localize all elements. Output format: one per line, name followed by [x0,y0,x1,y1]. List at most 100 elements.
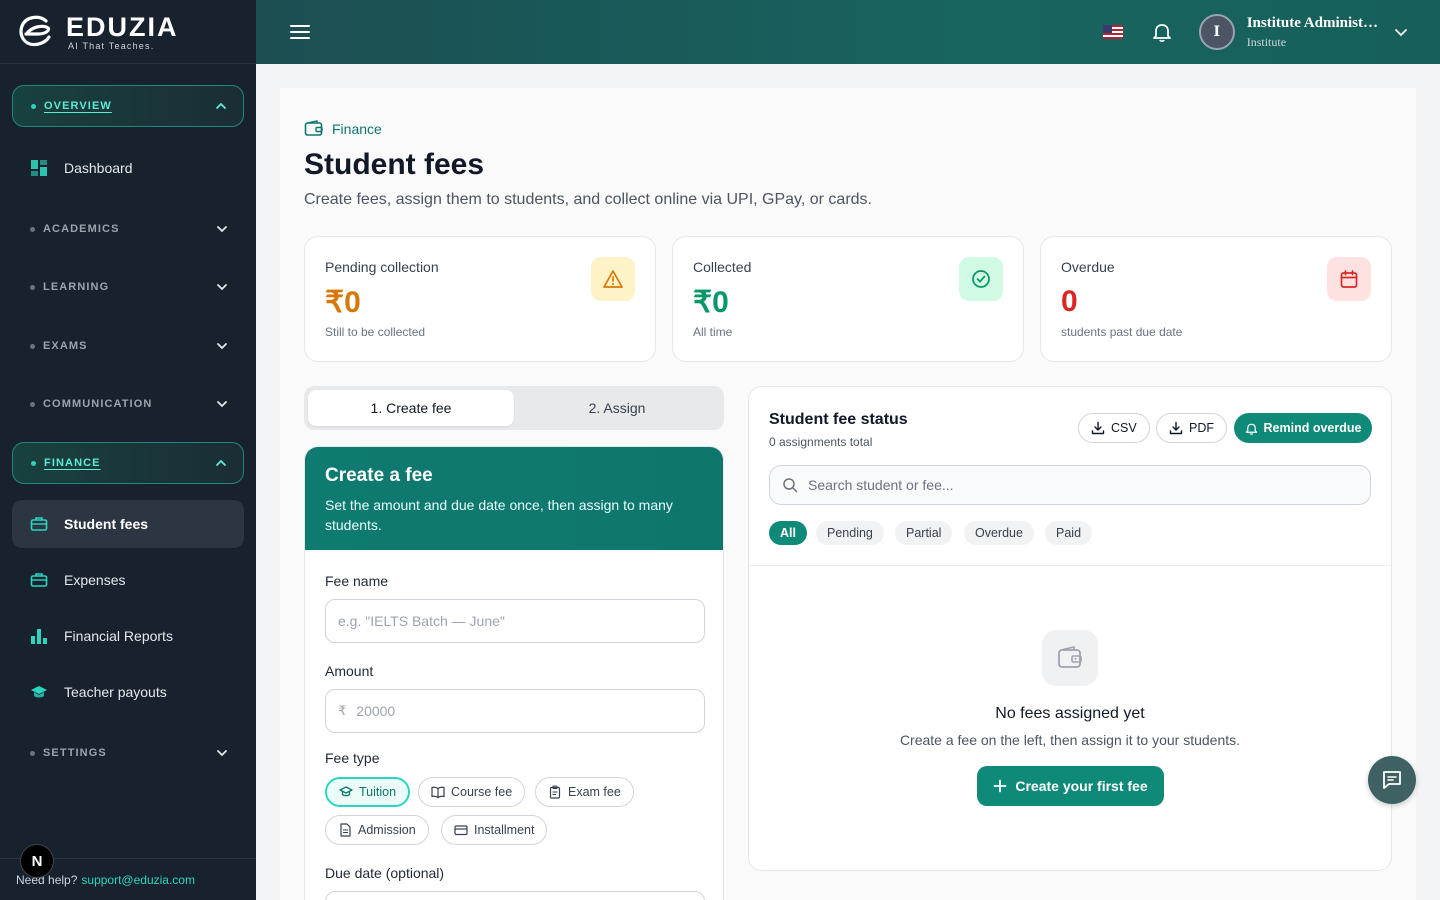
due-date-input[interactable] [325,891,705,900]
section-label: LEARNING [43,281,110,293]
dev-badge[interactable]: N [20,844,54,878]
filter-pending[interactable]: Pending [816,521,884,545]
avatar[interactable]: I [1198,14,1235,50]
graduation-cap-icon [30,683,48,701]
sidebar-item-label: Expenses [64,572,126,588]
sidebar-section-overview[interactable]: OVERVIEW [12,85,244,127]
topbar: I Institute Administ… Institute [256,0,1440,64]
chevron-up-icon [216,459,226,466]
filter-paid[interactable]: Paid [1045,521,1093,545]
chevron-up-icon [216,102,226,109]
fee-type-admission[interactable]: Admission [325,815,429,845]
search-placeholder: Search student or fee... [808,477,954,493]
menu-button[interactable] [288,20,312,44]
fee-type-exam-fee[interactable]: Exam fee [535,777,634,807]
sidebar-section-finance[interactable]: FINANCE [12,442,244,484]
dashboard-icon [30,159,48,177]
stat-label: Pending collection [325,259,439,275]
filter-overdue[interactable]: Overdue [964,521,1034,545]
section-label: SETTINGS [43,747,107,759]
chevron-down-icon [217,284,227,291]
sidebar-item-label: Student fees [64,516,149,532]
user-name: Institute Administ… [1246,14,1378,31]
status-subtitle: 0 assignments total [769,435,873,449]
empty-state-title: No fees assigned yet [995,705,1145,722]
sidebar-item-student-fees[interactable]: Student fees [12,500,244,548]
amount-placeholder: 20000 [356,703,396,719]
check-circle-icon [959,257,1003,301]
empty-state-subtitle: Create a fee on the left, then assign it… [899,732,1241,748]
hamburger-icon [290,25,310,39]
button-label: Create your first fee [1015,778,1148,794]
fee-name-input[interactable]: e.g. "IELTS Batch — June" [325,599,705,643]
brand[interactable]: EDUZIA AI That Teaches. [0,0,256,64]
sidebar-item-expenses[interactable]: Expenses [12,556,244,604]
fee-name-placeholder: e.g. "IELTS Batch — June" [338,613,505,629]
sidebar-section-communication[interactable]: COMMUNICATION [12,383,244,425]
fee-type-installment[interactable]: Installment [441,815,548,845]
search-icon [783,478,798,493]
support-email-link[interactable]: support@eduzia.com [81,873,195,887]
chat-button[interactable] [1368,756,1416,804]
stat-card-collected: Collected ₹0 All time [672,236,1024,362]
credit-card-icon [454,825,468,836]
stat-card-overdue: Overdue 0 students past due date [1040,236,1392,362]
wallet-icon [304,120,323,136]
stat-note: Still to be collected [325,325,426,339]
chip-label: Installment [474,823,535,837]
sidebar-item-label: Teacher payouts [64,684,167,700]
bell-icon[interactable] [1151,21,1173,43]
user-role: Institute [1246,34,1287,49]
section-label: EXAMS [43,340,88,352]
fee-type-tuition[interactable]: Tuition [325,777,411,807]
section-label: COMMUNICATION [43,398,153,410]
user-menu[interactable]: Institute Administ… Institute [1247,15,1378,50]
create-fee-header: Create a fee Set the amount and due date… [305,447,723,550]
stat-note: All time [693,325,733,339]
page-subtitle: Create fees, assign them to students, an… [304,191,872,208]
sidebar-section-academics[interactable]: ACADEMICS [12,208,244,250]
breadcrumb-label: Finance [332,121,382,137]
sidebar-item-teacher-payouts[interactable]: Teacher payouts [12,668,244,716]
create-first-fee-button[interactable]: Create your first fee [977,766,1164,806]
stat-card-pending: Pending collection ₹0 Still to be collec… [304,236,656,362]
amount-input[interactable]: ₹ 20000 [325,689,705,733]
breadcrumb[interactable]: Finance [304,120,382,138]
sidebar-item-financial-reports[interactable]: Financial Reports [12,612,244,660]
tab-assign[interactable]: 2. Assign [514,390,720,426]
remind-overdue-button[interactable]: Remind overdue [1234,413,1372,443]
chevron-down-icon [217,226,227,233]
us-flag-icon[interactable] [1102,25,1123,39]
filter-partial[interactable]: Partial [895,521,953,545]
main-content: Finance Student fees Create fees, assign… [280,88,1416,900]
briefcase-icon [30,515,48,533]
filter-all[interactable]: All [769,521,807,545]
page-title: Student fees [304,148,485,181]
search-input[interactable]: Search student or fee... [769,465,1371,505]
book-open-icon [431,786,445,799]
sidebar-section-settings[interactable]: SETTINGS [12,732,244,774]
brand-tagline: AI That Teaches. [68,40,155,51]
sidebar-section-learning[interactable]: LEARNING [12,266,244,308]
fee-type-label: Fee type [325,750,380,766]
sidebar-item-dashboard[interactable]: Dashboard [12,144,244,192]
currency-symbol: ₹ [338,703,347,718]
button-label: Remind overdue [1263,421,1362,435]
fee-type-course-fee[interactable]: Course fee [418,777,526,807]
create-fee-subtitle: Set the amount and due date once, then a… [325,497,673,533]
chip-label: Tuition [359,785,397,799]
chevron-down-icon [217,343,227,350]
chip-label: Admission [358,823,416,837]
divider [749,565,1391,566]
section-label: OVERVIEW [44,100,112,112]
bar-chart-icon [30,627,48,645]
export-csv-button[interactable]: CSV [1078,413,1150,443]
graduation-cap-icon [339,786,353,797]
stat-label: Overdue [1061,259,1115,275]
chevron-down-icon[interactable] [1394,25,1408,39]
download-icon [1169,421,1183,435]
sidebar-section-exams[interactable]: EXAMS [12,325,244,367]
tab-create-fee[interactable]: 1. Create fee [308,390,514,426]
status-title: Student fee status [769,411,908,428]
export-pdf-button[interactable]: PDF [1156,413,1227,443]
